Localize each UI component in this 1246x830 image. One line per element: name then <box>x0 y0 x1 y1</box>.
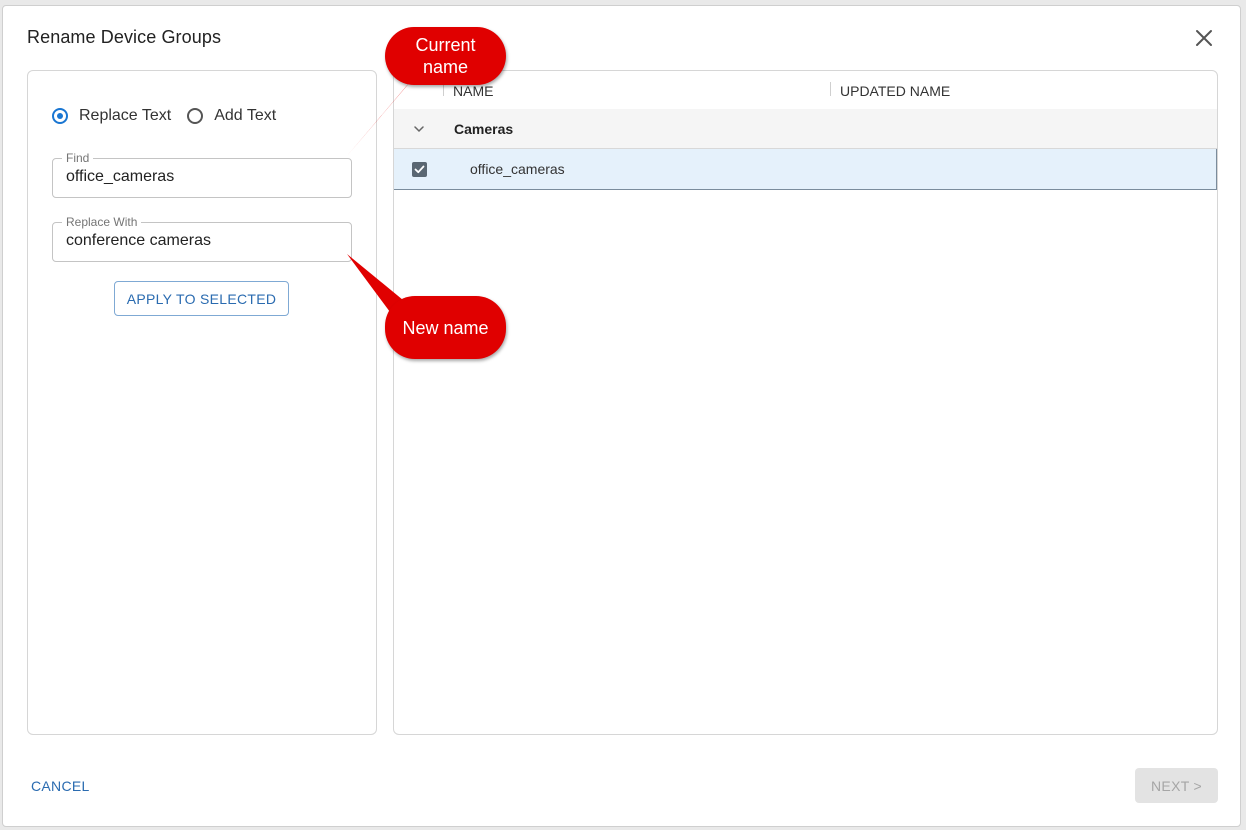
add-text-radio[interactable]: Add Text <box>187 107 276 125</box>
rename-dialog: Rename Device Groups Replace Text Add Te… <box>2 5 1241 827</box>
row-name: office_cameras <box>470 161 565 177</box>
group-label: Cameras <box>454 121 514 137</box>
checkmark-icon <box>414 165 425 174</box>
find-input[interactable] <box>66 168 336 186</box>
find-field: Find <box>52 151 352 198</box>
new-name-callout: New name <box>385 296 506 359</box>
table-header: NAME UPDATED NAME <box>394 71 1217 109</box>
column-header-name[interactable]: NAME <box>453 83 493 99</box>
replace-text-label: Replace Text <box>79 107 172 124</box>
next-button[interactable]: NEXT > <box>1135 768 1218 803</box>
close-icon[interactable] <box>1194 28 1214 48</box>
replace-text-radio[interactable]: Replace Text <box>52 107 171 125</box>
dialog-title: Rename Device Groups <box>27 27 222 47</box>
replace-with-input[interactable] <box>66 232 336 250</box>
table-row[interactable]: office_cameras <box>394 149 1217 190</box>
apply-to-selected-button[interactable]: APPLY TO SELECTED <box>114 281 289 316</box>
new-name-callout-text: New name <box>402 317 489 338</box>
group-row-cameras[interactable]: Cameras <box>394 109 1217 149</box>
add-text-label: Add Text <box>214 107 277 124</box>
rename-options-panel: Replace Text Add Text Find Replace With … <box>27 70 377 735</box>
mode-radio-group: Replace Text Add Text <box>52 107 292 125</box>
replace-with-label: Replace With <box>62 215 142 229</box>
row-checkbox[interactable] <box>412 162 427 177</box>
cancel-button[interactable]: CANCEL <box>27 778 94 794</box>
find-label: Find <box>62 151 94 165</box>
current-name-callout: Current name <box>385 27 506 85</box>
current-name-callout-text: Current name <box>415 35 476 77</box>
column-header-updated-name[interactable]: UPDATED NAME <box>840 83 950 99</box>
radio-checked-icon <box>52 108 68 124</box>
replace-with-field: Replace With <box>52 215 352 262</box>
device-groups-table: NAME UPDATED NAME Cameras office_cameras <box>393 70 1218 735</box>
column-divider <box>830 82 831 96</box>
radio-unchecked-icon <box>187 108 204 124</box>
